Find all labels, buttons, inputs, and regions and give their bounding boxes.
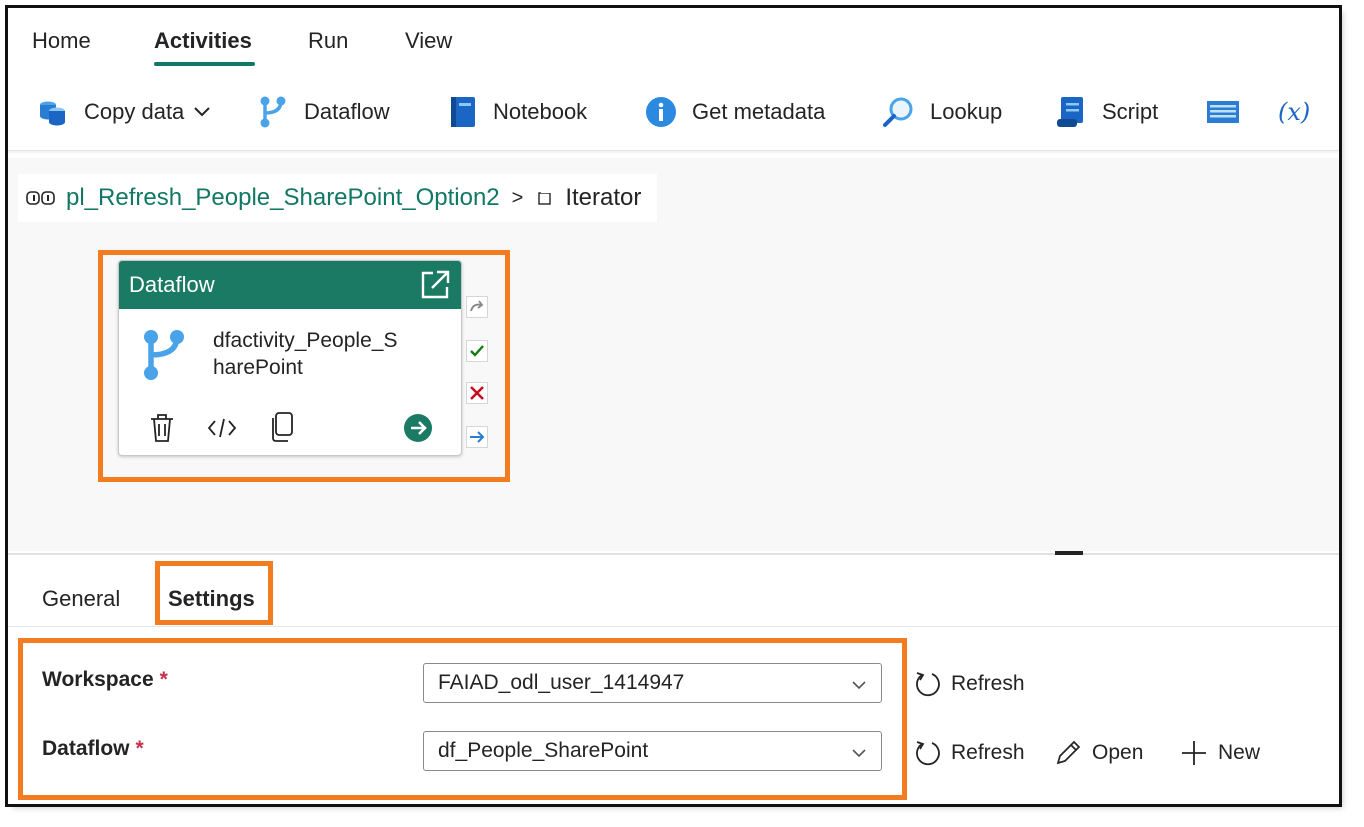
dataflow-icon: [139, 327, 187, 383]
dataflow-field-label: Dataflow *: [42, 737, 144, 761]
dataflow-refresh-label: Refresh: [951, 741, 1025, 764]
tab-general[interactable]: General: [42, 586, 120, 612]
new-label: New: [1218, 741, 1261, 764]
app-window: Home Activities Run View Copy data Dataf…: [5, 5, 1342, 807]
workspace-refresh-button[interactable]: Refresh: [913, 670, 1025, 698]
delete-icon[interactable]: [149, 413, 175, 448]
required-marker: *: [159, 668, 168, 691]
variable-icon: (𝑥): [1278, 98, 1311, 126]
chevron-down-icon: [194, 107, 211, 117]
workspace-select[interactable]: FAIAD_odl_user_1414947: [423, 663, 882, 703]
activity-card-actions: [149, 411, 449, 447]
copy-data-button[interactable]: Copy data: [36, 94, 211, 130]
tab-activities[interactable]: Activities: [154, 28, 252, 54]
pane-splitter[interactable]: [8, 553, 1339, 555]
dataflow-icon: [256, 95, 290, 129]
dataflow-label: Dataflow: [304, 99, 390, 124]
lookup-label: Lookup: [930, 99, 1003, 124]
active-tab-indicator: [154, 62, 255, 66]
get-metadata-button[interactable]: Get metadata: [644, 94, 825, 130]
script-button[interactable]: Script: [1054, 94, 1158, 130]
refresh-icon: [913, 739, 941, 767]
workspace-select-value: FAIAD_odl_user_1414947: [438, 671, 685, 694]
dataflow-select-value: df_People_SharePoint: [438, 739, 649, 762]
dataflow-select[interactable]: df_People_SharePoint: [423, 731, 882, 771]
open-dataflow-button[interactable]: Open: [1054, 739, 1143, 767]
chevron-down-icon: [851, 743, 867, 767]
tab-run[interactable]: Run: [308, 28, 348, 54]
foreach-icon: [537, 190, 553, 206]
on-skip-icon[interactable]: [466, 296, 488, 318]
on-completion-icon[interactable]: [466, 426, 488, 448]
on-success-icon[interactable]: [466, 340, 488, 362]
new-dataflow-button[interactable]: New: [1180, 739, 1260, 767]
code-icon[interactable]: [207, 417, 237, 444]
chevron-down-icon: [851, 675, 867, 699]
search-icon: [882, 95, 916, 129]
breadcrumb: pl_Refresh_People_SharePoint_Option2 > I…: [18, 174, 658, 222]
settings-tab-highlight: [155, 561, 273, 625]
menu-bar: Home Activities Run View: [8, 8, 1339, 72]
on-failure-icon[interactable]: [466, 382, 488, 404]
refresh-icon: [913, 670, 941, 698]
list-icon: [1206, 95, 1240, 129]
open-external-icon[interactable]: [419, 269, 451, 301]
get-metadata-label: Get metadata: [692, 99, 826, 124]
activity-name-line-2: harePoint: [213, 356, 303, 379]
required-marker: *: [135, 737, 144, 760]
notebook-icon: [445, 95, 479, 129]
tab-view[interactable]: View: [405, 28, 452, 54]
dataflow-activity-card[interactable]: Dataflow dfactivity_People_S harePoint: [118, 260, 462, 456]
breadcrumb-pipeline-link[interactable]: pl_Refresh_People_SharePoint_Option2: [66, 184, 500, 212]
breadcrumb-separator: >: [511, 186, 524, 209]
script-icon: [1054, 95, 1088, 129]
copy-data-icon: [36, 95, 70, 129]
set-variable-button[interactable]: [1206, 94, 1240, 130]
activity-card-body: dfactivity_People_S harePoint: [139, 327, 433, 383]
workspace-refresh-label: Refresh: [951, 672, 1025, 695]
workspace-label: Workspace *: [42, 668, 168, 692]
splitter-handle[interactable]: [1055, 551, 1083, 555]
tab-home[interactable]: Home: [32, 28, 91, 54]
workspace-label-text: Workspace: [42, 668, 154, 691]
activities-toolbar: Copy data Dataflow Notebook Get metadata…: [8, 74, 1339, 151]
copy-data-label: Copy data: [84, 99, 185, 124]
dataflow-refresh-button[interactable]: Refresh: [913, 739, 1025, 767]
info-icon: [644, 95, 678, 129]
copy-icon[interactable]: [269, 411, 295, 448]
activity-name: dfactivity_People_S harePoint: [213, 327, 433, 383]
activity-card-header: Dataflow: [119, 261, 461, 309]
breadcrumb-current: Iterator: [565, 184, 642, 211]
variables-button[interactable]: (𝑥): [1278, 94, 1310, 130]
activity-name-line-1: dfactivity_People_S: [213, 329, 398, 352]
pane-tab-rule: [8, 626, 1339, 627]
open-label: Open: [1092, 741, 1144, 764]
dataflow-label-text: Dataflow: [42, 737, 130, 760]
pipeline-icon: [26, 190, 56, 206]
pipeline-canvas[interactable]: pl_Refresh_People_SharePoint_Option2 > I…: [8, 158, 1339, 551]
notebook-label: Notebook: [493, 99, 588, 124]
run-arrow-icon[interactable]: [403, 413, 433, 448]
plus-icon: [1180, 739, 1208, 767]
lookup-button[interactable]: Lookup: [882, 94, 1002, 130]
script-label: Script: [1102, 99, 1159, 124]
pencil-icon: [1054, 739, 1082, 767]
activity-type-label: Dataflow: [129, 272, 215, 297]
dataflow-button[interactable]: Dataflow: [256, 94, 390, 130]
notebook-button[interactable]: Notebook: [445, 94, 587, 130]
